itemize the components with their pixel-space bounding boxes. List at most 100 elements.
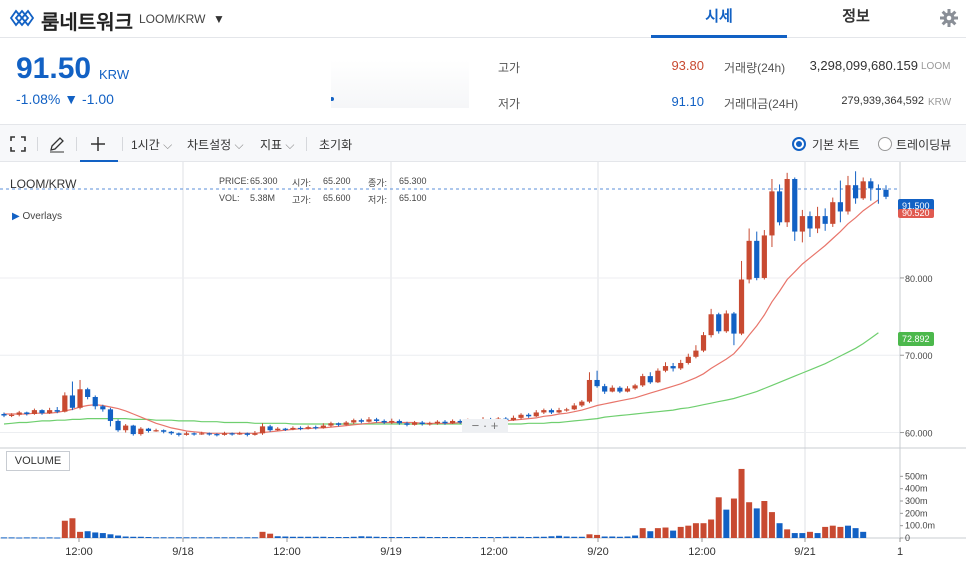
candle-body [123,425,129,431]
time-tick-label: 12:00 [480,546,508,558]
candle-body [282,428,288,430]
volume-bar [753,508,760,538]
price-tick-label: 60.000 [905,429,933,439]
candle-body [655,370,661,383]
candle-body [1,413,7,416]
volume-bar [434,537,441,539]
zoom-out-icon[interactable]: − [472,418,480,433]
candle-body [731,313,737,334]
tradingview-radio[interactable] [878,137,892,151]
chart-settings-menu[interactable]: 차트설정 ⌵ [187,136,244,153]
volume-bar [99,533,106,538]
candle-body [47,410,53,414]
candle-body [259,426,266,434]
volume-bar [305,536,312,538]
candle-body [776,191,783,223]
indicators-menu[interactable]: 지표 ⌵ [260,136,295,153]
candle-body [419,422,425,425]
price-chart[interactable]: 80.000 70.000 60.000 500m 400m 300m 200m 100.0m… [0,162,966,566]
candle-body [24,412,30,414]
candle-body [799,216,805,232]
tradingview-label[interactable]: 트레이딩뷰 [896,136,951,153]
volume-bar [662,527,669,538]
volume-24h-unit: LOOM [921,61,951,72]
candle-body [229,433,235,435]
candle-body [31,410,38,414]
candle-body [267,426,273,431]
candle-body [145,428,152,431]
tab-info[interactable]: 정보 [788,0,924,38]
coin-pair: LOOM/KRW [139,12,206,26]
candle-body [328,423,334,426]
legend-open-value: 65.200 [323,176,351,186]
candle-body [411,422,418,425]
candle-body [237,433,243,435]
gear-icon[interactable] [938,7,960,29]
volume-bar [730,498,737,538]
volume-bar [670,530,677,538]
volume-bar [578,536,585,538]
volume-bar [274,536,281,538]
volume-bar [46,537,53,539]
candle-body [830,202,836,224]
candle-body [214,434,220,436]
interval-select[interactable]: 1시간 ⌵ [131,136,172,153]
volume-bar [616,536,623,538]
chart-symbol: LOOM/KRW [10,177,77,191]
high-label: 고가 [498,61,521,75]
volume-bar [647,531,654,538]
reset-button[interactable]: 초기화 [319,136,352,153]
volume-bar [381,537,388,539]
basic-chart-label[interactable]: 기본 차트 [812,136,860,153]
volume-bar [388,537,395,539]
candle-body [275,428,281,431]
amount-24h-value: 279,939,364,592 [841,95,924,107]
candle-body [100,406,106,410]
candle-body [191,433,197,435]
volume-bar [8,537,15,539]
candle-body [290,427,296,430]
candle-body [161,430,167,432]
basic-chart-radio[interactable] [792,137,806,151]
candle-body [343,422,349,425]
candle-body [609,387,615,392]
volume-tick-label: 300m [905,496,928,506]
candle-body [708,314,714,336]
volume-bar [206,537,213,539]
candle-body [115,420,121,431]
overlays-toggle[interactable]: ▶ Overlays [12,211,62,222]
candle-body [556,410,562,413]
chevron-down-icon[interactable]: ▼ [213,12,225,26]
volume-bar [540,536,547,538]
volume-bar [213,537,220,539]
candle-body [9,414,15,416]
fullscreen-icon[interactable] [9,135,27,153]
tab-price[interactable]: 시세 [651,0,787,38]
loom-logo-icon [9,9,35,27]
volume-bar [510,536,517,538]
candlestick-chart-svg[interactable]: 80.000 70.000 60.000 500m 400m 300m 200m 100.0m… [0,162,966,566]
candle-body [252,433,258,435]
volume-bar [69,518,76,538]
high-value: 93.80 [671,58,704,73]
volume-bar [92,532,99,538]
candle-body [548,410,555,413]
zoom-in-icon[interactable]: + [491,418,499,433]
legend-price-value: 65.300 [250,176,278,186]
candle-body [564,409,570,411]
legend-price-label: PRICE: [219,176,250,186]
candle-body [85,389,91,397]
chart-settings-label: 차트설정 [187,138,232,152]
price-tick-label: 70.000 [905,351,933,361]
indicators-label: 지표 [260,138,283,152]
volume-bar [768,512,775,538]
crosshair-tool-active[interactable] [80,125,118,162]
volume-bar [822,526,829,538]
volume-bar [518,536,525,538]
volume-tick-label: 0 [905,533,910,543]
pencil-icon[interactable] [48,135,66,153]
candle-body [39,410,45,414]
legend-high-label: 고가: [292,195,312,205]
volume-bar [320,536,327,538]
volume-bar [776,523,783,538]
